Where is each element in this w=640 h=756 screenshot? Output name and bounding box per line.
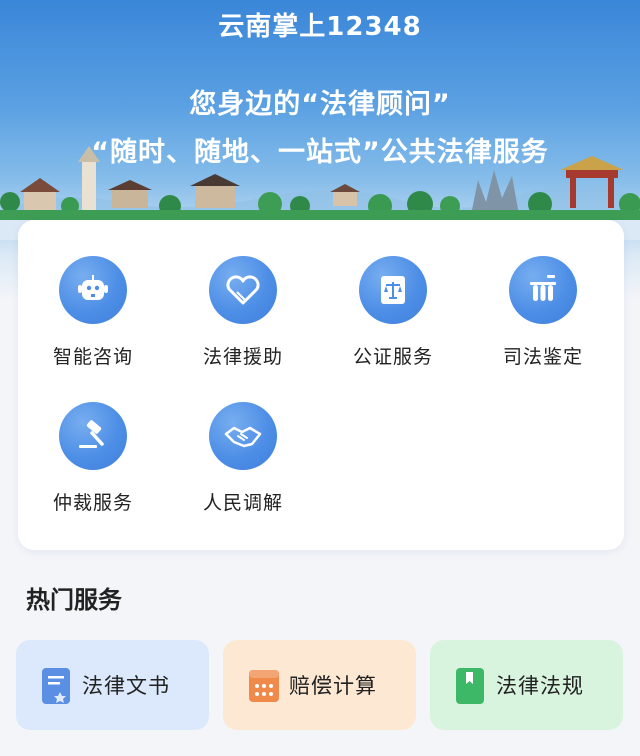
service-item-mediation[interactable]: 人民调解 bbox=[168, 402, 318, 522]
test-tubes-icon bbox=[509, 256, 577, 324]
service-grid-card: 智能咨询 法律援助 公证服务 司法鉴定 仲裁服务 人民调解 bbox=[18, 220, 624, 550]
calculator-icon bbox=[249, 670, 279, 702]
service-item-arbitration[interactable]: 仲裁服务 bbox=[18, 402, 168, 522]
app-title: 云南掌上12348 bbox=[218, 12, 422, 42]
service-label: 法律援助 bbox=[202, 346, 283, 368]
service-label: 人民调解 bbox=[202, 492, 283, 514]
service-label: 司法鉴定 bbox=[502, 346, 583, 368]
hot-item-label: 法律文书 bbox=[82, 674, 170, 698]
hot-item-label: 赔偿计算 bbox=[289, 674, 377, 698]
hot-item-compensation-calc[interactable]: 赔偿计算 bbox=[223, 640, 416, 730]
slogan-line-1: 您身边的“法律顾问” bbox=[189, 89, 451, 120]
robot-icon bbox=[59, 256, 127, 324]
handshake-icon bbox=[209, 402, 277, 470]
hot-item-label: 法律法规 bbox=[496, 674, 584, 698]
hot-services-title: 热门服务 bbox=[26, 586, 122, 614]
gavel-icon bbox=[59, 402, 127, 470]
service-item-notary[interactable]: 公证服务 bbox=[318, 256, 468, 376]
document-icon bbox=[42, 668, 70, 704]
service-item-forensic[interactable]: 司法鉴定 bbox=[468, 256, 618, 376]
hot-item-legal-documents[interactable]: 法律文书 bbox=[16, 640, 209, 730]
service-label: 仲裁服务 bbox=[52, 492, 133, 514]
hot-item-laws-regulations[interactable]: 法律法规 bbox=[430, 640, 623, 730]
service-item-legal-aid[interactable]: 法律援助 bbox=[168, 256, 318, 376]
scales-document-icon bbox=[359, 256, 427, 324]
book-icon bbox=[456, 668, 484, 704]
service-label: 公证服务 bbox=[352, 346, 433, 368]
heart-icon bbox=[209, 256, 277, 324]
service-label: 智能咨询 bbox=[52, 346, 133, 368]
service-item-smart-consult[interactable]: 智能咨询 bbox=[18, 256, 168, 376]
